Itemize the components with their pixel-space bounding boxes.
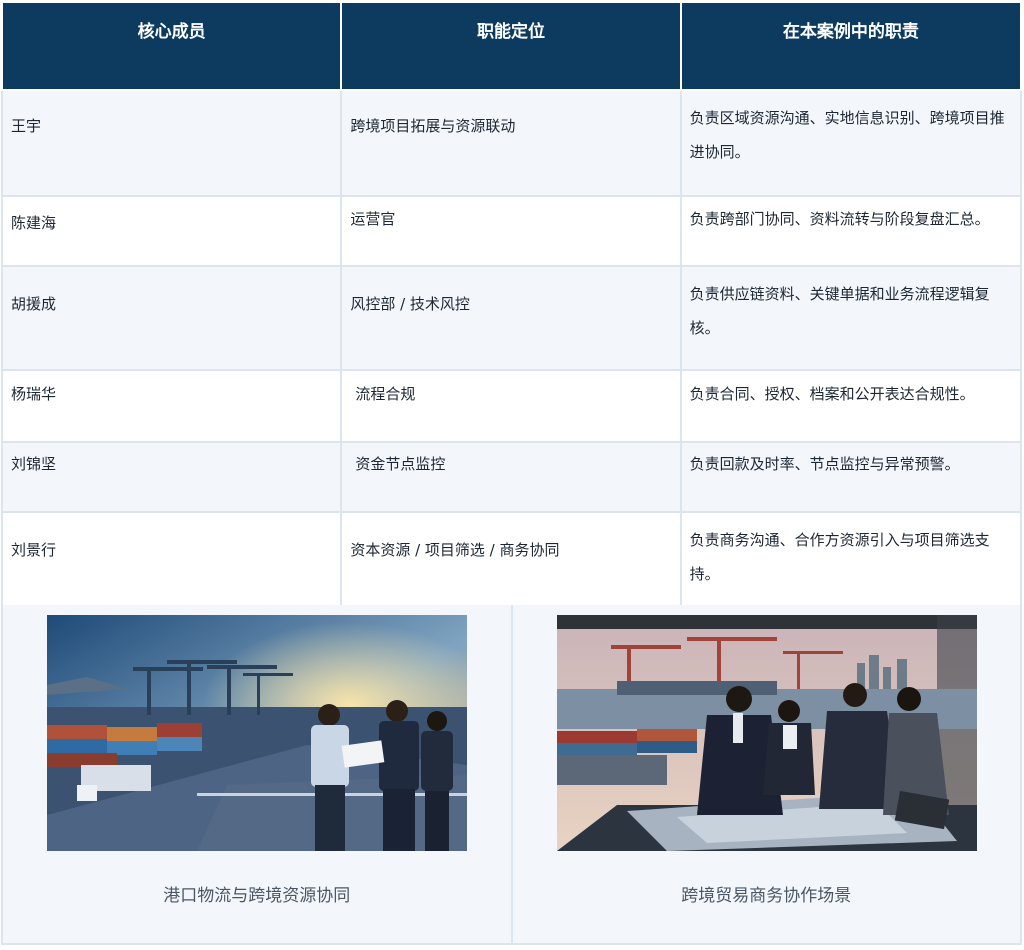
member-role: 资金节点监控: [340, 441, 682, 513]
member-name: 胡援成: [0, 265, 343, 371]
member-role: 运营官: [340, 195, 682, 267]
member-duty: 负责合同、授权、档案和公开表达合规性。: [679, 369, 1023, 443]
page: 核心成员 职能定位 在本案例中的职责 王宇 跨境项目拓展与资源联动 负责区域资源…: [0, 0, 1024, 950]
gallery-card-meeting: 跨境贸易商务协作场景: [510, 605, 1021, 943]
member-role: 跨境项目拓展与资源联动: [340, 89, 682, 197]
table-row: 王宇 跨境项目拓展与资源联动 负责区域资源沟通、实地信息识别、跨境项目推进协同。: [0, 89, 1023, 197]
table-header-row: 核心成员 职能定位 在本案例中的职责: [0, 1, 1023, 91]
member-duty: 负责商务沟通、合作方资源引入与项目筛选支持。: [679, 511, 1023, 617]
member-name: 陈建海: [0, 195, 343, 267]
gallery-card-port: 港口物流与跨境资源协同: [3, 605, 511, 943]
table-row: 刘锦坚 资金节点监控 负责回款及时率、节点监控与异常预警。: [0, 441, 1023, 513]
table-row: 刘景行 资本资源 / 项目筛选 / 商务协同 负责商务沟通、合作方资源引入与项目…: [0, 511, 1023, 617]
member-name: 刘锦坚: [0, 441, 343, 513]
member-duty: 负责跨部门协同、资料流转与阶段复盘汇总。: [679, 195, 1023, 267]
table-row: 杨瑞华 流程合规 负责合同、授权、档案和公开表达合规性。: [0, 369, 1023, 443]
member-name: 杨瑞华: [0, 369, 343, 443]
member-role: 资本资源 / 项目筛选 / 商务协同: [340, 511, 682, 617]
member-role: 风控部 / 技术风控: [340, 265, 682, 371]
table-row: 陈建海 运营官 负责跨部门协同、资料流转与阶段复盘汇总。: [0, 195, 1023, 267]
member-name: 刘景行: [0, 511, 343, 617]
member-duty: 负责区域资源沟通、实地信息识别、跨境项目推进协同。: [679, 89, 1023, 197]
business-meeting-photo: [556, 615, 977, 851]
member-duty: 负责回款及时率、节点监控与异常预警。: [679, 441, 1023, 513]
header-member: 核心成员: [0, 1, 343, 91]
member-duty: 负责供应链资料、关键单据和业务流程逻辑复核。: [679, 265, 1023, 371]
member-name: 王宇: [0, 89, 343, 197]
gallery-caption: 跨境贸易商务协作场景: [681, 886, 852, 906]
port-logistics-photo: [47, 615, 467, 851]
image-gallery: 港口物流与跨境资源协同 跨境贸易商务协作场景: [1, 605, 1022, 945]
header-duty: 在本案例中的职责: [679, 1, 1023, 91]
table-row: 胡援成 风控部 / 技术风控 负责供应链资料、关键单据和业务流程逻辑复核。: [0, 265, 1023, 371]
header-role: 职能定位: [340, 1, 682, 91]
gallery-caption: 港口物流与跨境资源协同: [163, 886, 351, 906]
member-role: 流程合规: [340, 369, 682, 443]
team-table: 核心成员 职能定位 在本案例中的职责 王宇 跨境项目拓展与资源联动 负责区域资源…: [0, 1, 1023, 617]
